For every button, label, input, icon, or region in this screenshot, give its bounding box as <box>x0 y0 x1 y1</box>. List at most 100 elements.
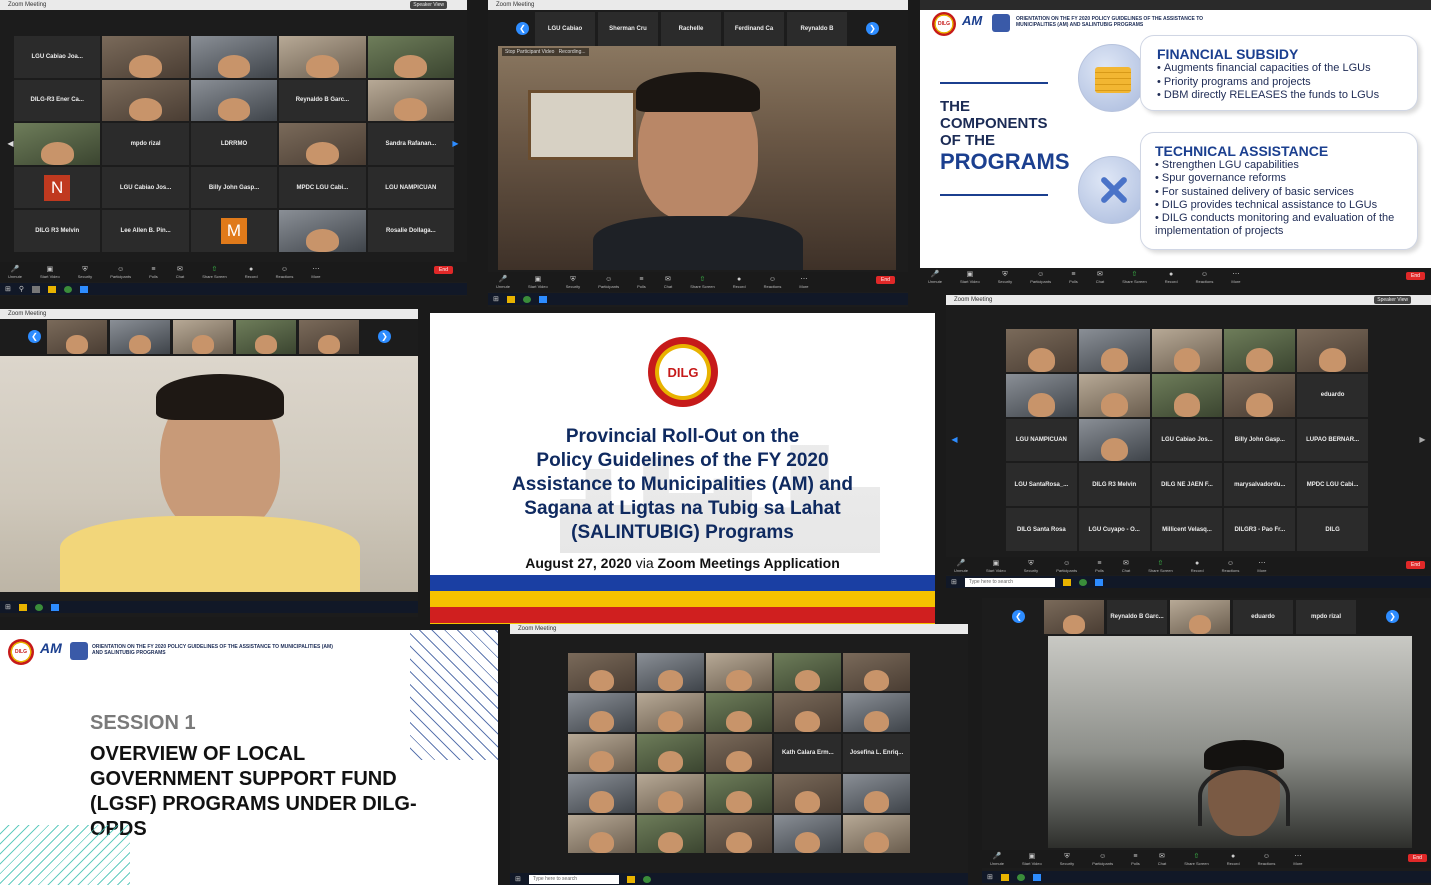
toolbar-button-reactions[interactable]: ☺ Reactions <box>1258 853 1276 866</box>
prev-page-arrow[interactable]: ◀ <box>948 433 961 446</box>
participant-tile[interactable] <box>1297 329 1368 372</box>
participant-tile[interactable]: Reynaldo B Garc... <box>279 79 366 122</box>
participant-tile[interactable] <box>1006 373 1077 417</box>
toolbar-button-reactions[interactable]: ☺ Reactions <box>1222 560 1240 573</box>
speaker-view-button[interactable]: Speaker View <box>1374 296 1411 304</box>
toolbar-button-unmute[interactable]: 🎤 Unmute <box>990 853 1004 866</box>
participant-tile[interactable] <box>367 79 454 122</box>
toolbar-button-start-video[interactable]: ▣ Start Video <box>40 266 60 279</box>
toolbar-button-share-screen[interactable]: ⇧ Share Screen <box>1122 271 1146 284</box>
strip-participant-tile[interactable] <box>299 320 359 354</box>
participant-tile[interactable] <box>568 733 635 773</box>
participant-tile[interactable] <box>705 653 773 692</box>
participant-tile[interactable] <box>843 653 910 692</box>
participant-tile[interactable] <box>705 814 773 853</box>
toolbar-button-share-screen[interactable]: ⇧ Share Screen <box>1148 560 1172 573</box>
toolbar-button-chat[interactable]: ✉ Chat <box>1122 560 1130 573</box>
participant-tile[interactable]: Billy John Gasp... <box>1224 418 1296 462</box>
participant-tile[interactable] <box>774 774 842 813</box>
toolbar-button-record[interactable]: ● Record <box>245 266 258 279</box>
toolbar-button-unmute[interactable]: 🎤 Unmute <box>928 271 942 284</box>
toolbar-button-polls[interactable]: ≡ Polls <box>1131 853 1140 866</box>
participant-tile[interactable]: DILG Santa Rosa <box>1006 508 1077 551</box>
next-page-arrow[interactable]: ❯ <box>1386 610 1399 623</box>
participant-tile[interactable] <box>1078 418 1150 462</box>
participant-tile[interactable] <box>774 814 842 853</box>
participant-tile[interactable] <box>843 693 910 732</box>
prev-page-arrow[interactable]: ❮ <box>1012 610 1025 623</box>
toolbar-button-record[interactable]: ● Record <box>733 276 746 289</box>
toolbar-button-start-video[interactable]: ▣ Start Video <box>528 276 548 289</box>
toolbar-button-start-video[interactable]: ▣ Start Video <box>1022 853 1042 866</box>
participant-tile[interactable] <box>636 693 704 732</box>
participant-tile[interactable] <box>568 774 635 813</box>
toolbar-button-chat[interactable]: ✉ Chat <box>1096 271 1104 284</box>
toolbar-button-security[interactable]: ⛨ Security <box>566 276 580 289</box>
toolbar-button-polls[interactable]: ≡ Polls <box>149 266 158 279</box>
end-button[interactable]: End <box>1406 561 1425 569</box>
toolbar-button-security[interactable]: ⛨ Security <box>78 266 92 279</box>
next-page-arrow[interactable]: ❯ <box>378 330 391 343</box>
zoom-app-icon[interactable] <box>538 295 547 303</box>
strip-participant-tile[interactable]: LGU Cabiao <box>535 12 595 46</box>
strip-participant-tile[interactable]: Reynaldo B Garc... <box>1107 600 1167 634</box>
end-button[interactable]: End <box>1408 854 1427 862</box>
next-page-arrow[interactable]: ▶ <box>1416 433 1429 446</box>
participant-tile[interactable] <box>843 774 910 813</box>
toolbar-button-participants[interactable]: ☺ Participants <box>1030 271 1051 284</box>
end-button[interactable]: End <box>434 266 453 274</box>
participant-tile[interactable]: MPDC LGU Cabi... <box>1297 463 1368 507</box>
participant-tile[interactable] <box>190 79 278 122</box>
participant-tile[interactable]: LGU NAMPICUAN <box>1006 418 1077 462</box>
toolbar-button-unmute[interactable]: 🎤 Unmute <box>954 560 968 573</box>
participant-tile[interactable] <box>843 814 910 853</box>
next-page-arrow[interactable]: ▶ <box>449 137 462 150</box>
zoom-app-icon[interactable] <box>1032 873 1041 881</box>
strip-participant-tile[interactable] <box>110 320 170 354</box>
participant-tile[interactable] <box>568 814 635 853</box>
participant-tile[interactable] <box>568 693 635 732</box>
toolbar-button-more[interactable]: ⋯ More <box>1231 271 1240 284</box>
toolbar-button-share-screen[interactable]: ⇧ Share Screen <box>690 276 714 289</box>
end-button[interactable]: End <box>1406 272 1425 280</box>
toolbar-button-participants[interactable]: ☺ Participants <box>598 276 619 289</box>
windows-start-icon[interactable]: ⊞ <box>951 578 957 586</box>
participant-tile[interactable]: mpdo rizal <box>102 123 189 165</box>
file-explorer-icon[interactable] <box>506 295 515 303</box>
toolbar-button-polls[interactable]: ≡ Polls <box>1069 271 1078 284</box>
participant-tile[interactable] <box>279 210 366 252</box>
participant-tile[interactable] <box>279 123 366 165</box>
participant-tile[interactable] <box>568 653 635 692</box>
stop-video-banner[interactable]: Stop Participant Video Recording... <box>502 48 589 56</box>
chrome-icon[interactable] <box>64 285 73 293</box>
participant-tile[interactable] <box>705 733 773 773</box>
participant-tile[interactable] <box>705 774 773 813</box>
participant-tile[interactable] <box>14 123 101 165</box>
toolbar-button-reactions[interactable]: ☺ Reactions <box>764 276 782 289</box>
toolbar-button-more[interactable]: ⋯ More <box>799 276 808 289</box>
toolbar-button-chat[interactable]: ✉ Chat <box>176 266 184 279</box>
strip-participant-tile[interactable]: Sherman Cru <box>598 12 658 46</box>
chrome-icon[interactable] <box>1078 578 1087 586</box>
participant-tile[interactable] <box>102 36 189 78</box>
windows-start-icon[interactable]: ⊞ <box>515 875 521 883</box>
toolbar-button-security[interactable]: ⛨ Security <box>998 271 1012 284</box>
toolbar-button-more[interactable]: ⋯ More <box>1257 560 1266 573</box>
participant-tile[interactable] <box>636 774 704 813</box>
windows-start-icon[interactable]: ⊞ <box>5 285 11 293</box>
zoom-app-icon[interactable] <box>80 285 89 293</box>
participant-tile[interactable] <box>636 733 704 773</box>
toolbar-button-chat[interactable]: ✉ Chat <box>664 276 672 289</box>
strip-participant-tile[interactable]: Ferdinand Ca <box>724 12 784 46</box>
strip-participant-tile[interactable]: Reynaldo B <box>787 12 847 46</box>
participant-tile[interactable]: DILG R3 Melvin <box>14 210 101 252</box>
participant-tile[interactable] <box>367 36 454 78</box>
toolbar-button-chat[interactable]: ✉ Chat <box>1158 853 1166 866</box>
file-explorer-icon[interactable] <box>48 285 57 293</box>
participant-tile[interactable] <box>1224 329 1296 372</box>
toolbar-button-security[interactable]: ⛨ Security <box>1060 853 1074 866</box>
participant-tile[interactable] <box>1006 329 1077 372</box>
participant-tile[interactable]: LGU Cabiao Joa... <box>14 36 101 78</box>
toolbar-button-participants[interactable]: ☺ Participants <box>1092 853 1113 866</box>
taskbar-search-box[interactable]: Type here to search <box>964 577 1055 587</box>
